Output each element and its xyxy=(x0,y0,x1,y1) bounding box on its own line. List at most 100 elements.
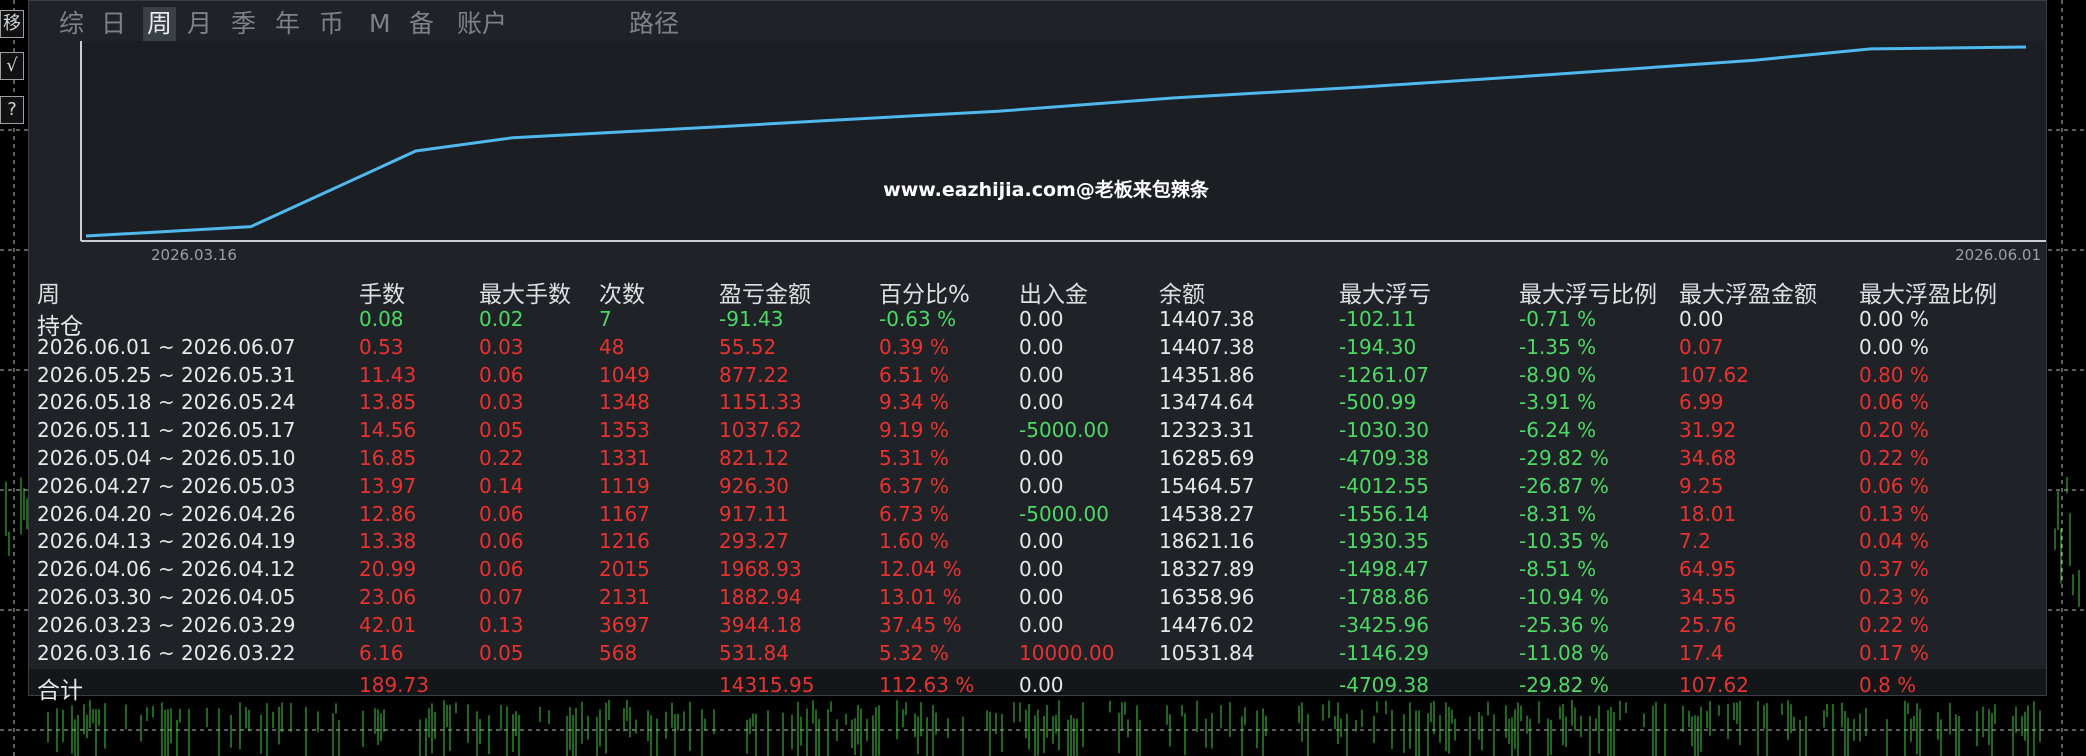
table-cell: 0.80 % xyxy=(1859,362,1929,387)
table-cell: 37.45 % xyxy=(879,612,962,637)
table-cell: -3425.96 xyxy=(1339,612,1429,637)
table-cell: 877.22 xyxy=(719,362,789,387)
tab-10[interactable]: 路径 xyxy=(629,7,679,41)
move-tool-button[interactable]: 移 xyxy=(0,10,24,38)
tab-9[interactable]: 账户 xyxy=(457,7,507,41)
tab-5[interactable]: 年 xyxy=(275,7,300,41)
tab-2[interactable]: 周 xyxy=(143,7,177,41)
report-panel: 综日周月季年币 M 备账户 路径 www.eazhijia.com@老板来包辣条 202… xyxy=(28,0,2047,704)
table-cell: -0.63 % xyxy=(879,307,957,331)
row-label: 2026.03.30 ~ 2026.04.05 xyxy=(37,585,296,609)
table-cell: 7 xyxy=(599,307,612,331)
table-cell: 34.68 xyxy=(1679,446,1737,470)
table-cell: -102.11 xyxy=(1339,307,1417,331)
table-cell: 14407.38 xyxy=(1159,307,1255,331)
table-cell: 31.92 xyxy=(1679,418,1737,443)
table-cell: -8.90 % xyxy=(1519,362,1597,387)
table-cell: 2131 xyxy=(599,585,650,609)
table-cell: 0.13 % xyxy=(1859,501,1929,526)
chart-plot-area xyxy=(81,41,2045,241)
help-tool-button[interactable]: ? xyxy=(0,96,24,124)
column-header-8: 最大浮亏 xyxy=(1339,282,1431,308)
check-tool-button[interactable]: √ xyxy=(0,52,24,80)
tab-1[interactable]: 日 xyxy=(101,7,126,41)
table-cell: 531.84 xyxy=(719,640,789,665)
table-cell: -10.35 % xyxy=(1519,529,1609,554)
column-header-2: 最大手数 xyxy=(479,282,571,308)
row-label: 2026.04.27 ~ 2026.05.03 xyxy=(37,473,296,498)
table-cell: -5000.00 xyxy=(1019,418,1109,443)
table-cell: 23.06 xyxy=(359,585,417,609)
table-cell: -3.91 % xyxy=(1519,390,1597,415)
table-cell: 0.53 xyxy=(359,334,404,359)
table-cell: 0.06 xyxy=(479,362,524,387)
table-cell: 0.00 xyxy=(1019,446,1064,470)
table-cell: -194.30 xyxy=(1339,334,1417,359)
table-cell: 16285.69 xyxy=(1159,446,1255,470)
table-cell: -1.35 % xyxy=(1519,334,1597,359)
table-cell: 6.51 % xyxy=(879,362,949,387)
table-cell: 0.22 % xyxy=(1859,446,1929,470)
tab-4[interactable]: 季 xyxy=(231,7,256,41)
table-cell: 3944.18 xyxy=(719,612,802,637)
tab-7[interactable]: M xyxy=(369,7,391,41)
table-cell: 14476.02 xyxy=(1159,612,1255,637)
table-cell: 0.06 % xyxy=(1859,473,1929,498)
table-cell: 34.55 xyxy=(1679,585,1737,609)
table-cell: 7.2 xyxy=(1679,529,1711,554)
column-header-7: 余额 xyxy=(1159,282,1205,308)
total-cell: 189.73 xyxy=(359,673,429,697)
table-cell: -1930.35 xyxy=(1339,529,1429,554)
table-cell: 0.06 xyxy=(479,501,524,526)
tab-0[interactable]: 综 xyxy=(59,7,84,41)
period-tabs: 综日周月季年币 M 备账户 路径 xyxy=(29,1,2046,41)
table-cell: 0.23 % xyxy=(1859,585,1929,609)
table-cell: 11.43 xyxy=(359,362,417,387)
table-cell: 1.60 % xyxy=(879,529,949,554)
tab-8[interactable]: 备 xyxy=(409,7,434,41)
row-label: 2026.05.25 ~ 2026.05.31 xyxy=(37,362,296,387)
table-cell: 14.56 xyxy=(359,418,417,443)
table-cell: 0.06 xyxy=(479,529,524,554)
table-cell: 3697 xyxy=(599,612,650,637)
table-cell: 17.4 xyxy=(1679,640,1724,665)
row-label: 2026.05.04 ~ 2026.05.10 xyxy=(37,446,296,470)
table-cell: 9.25 xyxy=(1679,473,1724,498)
table-cell: 568 xyxy=(599,640,638,665)
table-cell: 0.00 xyxy=(1019,307,1064,331)
table-cell: 1968.93 xyxy=(719,557,802,582)
table-cell: 10531.84 xyxy=(1159,640,1255,665)
table-cell: 926.30 xyxy=(719,473,789,498)
table-cell: 0.37 % xyxy=(1859,557,1929,582)
table-cell: -8.51 % xyxy=(1519,557,1597,582)
x-end-label: 2026.06.01 xyxy=(1955,246,2041,264)
table-cell: 13.97 xyxy=(359,473,417,498)
table-cell: 0.05 xyxy=(479,418,524,443)
row-label: 2026.04.13 ~ 2026.04.19 xyxy=(37,529,296,554)
table-cell: 0.07 xyxy=(479,585,524,609)
table-cell: -0.71 % xyxy=(1519,307,1597,331)
table-cell: 13.85 xyxy=(359,390,417,415)
table-cell: 1882.94 xyxy=(719,585,802,609)
table-cell: -1261.07 xyxy=(1339,362,1429,387)
table-cell: -1788.86 xyxy=(1339,585,1429,609)
table-cell: 0.39 % xyxy=(879,334,949,359)
tab-3[interactable]: 月 xyxy=(187,7,212,41)
total-cell: -4709.38 xyxy=(1339,673,1429,697)
column-header-1: 手数 xyxy=(359,282,405,308)
table-cell: -1556.14 xyxy=(1339,501,1429,526)
table-cell: 0.06 % xyxy=(1859,390,1929,415)
table-cell: 0.00 xyxy=(1019,390,1064,415)
tab-6[interactable]: 币 xyxy=(319,7,344,41)
table-cell: 0.00 xyxy=(1019,362,1064,387)
table-cell: 0.17 % xyxy=(1859,640,1929,665)
table-cell: -5000.00 xyxy=(1019,501,1109,526)
table-cell: 1037.62 xyxy=(719,418,802,443)
table-cell: 0.00 xyxy=(1019,612,1064,637)
table-cell: -25.36 % xyxy=(1519,612,1609,637)
table-cell: 0.06 xyxy=(479,557,524,582)
table-cell: 15464.57 xyxy=(1159,473,1255,498)
table-cell: 10000.00 xyxy=(1019,640,1115,665)
table-cell: -1146.29 xyxy=(1339,640,1429,665)
table-cell: 0.00 xyxy=(1019,529,1064,554)
